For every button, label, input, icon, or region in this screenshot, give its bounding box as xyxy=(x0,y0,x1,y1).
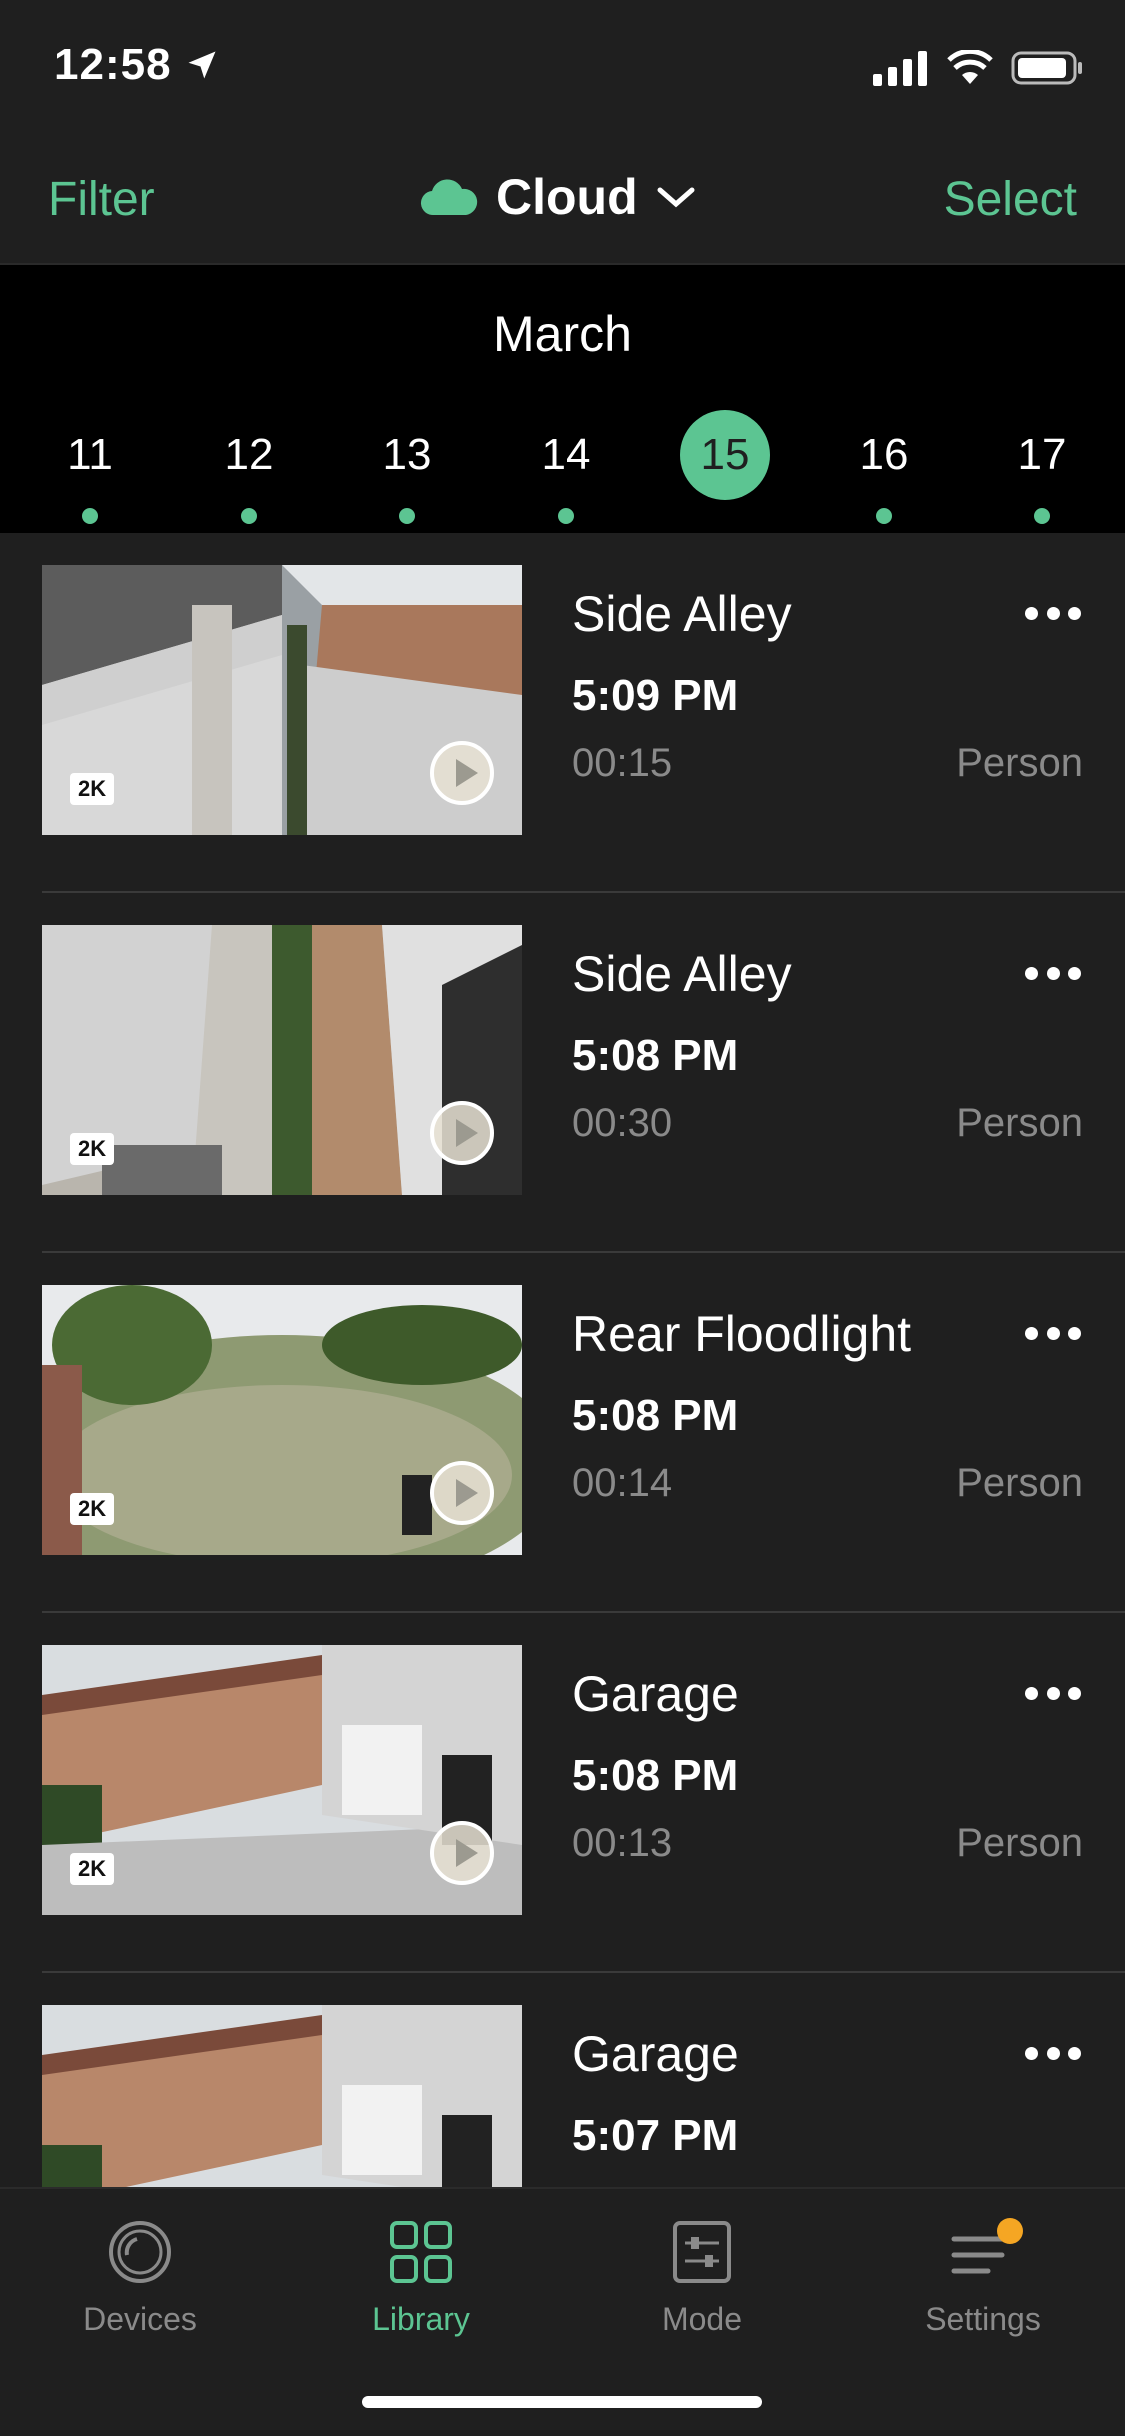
recording-duration: 00:14 xyxy=(572,1461,673,1505)
recording-dot xyxy=(399,508,415,524)
day-number: 11 xyxy=(67,430,113,479)
devices-icon xyxy=(105,2217,175,2287)
tab-devices[interactable]: Devices xyxy=(40,2217,240,2338)
day-15-selected[interactable]: 15 xyxy=(680,410,770,520)
library-icon xyxy=(386,2217,456,2287)
tab-label: Mode xyxy=(661,2301,743,2337)
detection-tag: Person xyxy=(956,741,1083,785)
day-number: 13 xyxy=(382,430,432,479)
recording-row[interactable]: 2K Rear Floodlight 5:08 PM 00:14 Person xyxy=(0,1253,1125,1613)
tab-label: Library xyxy=(372,2301,470,2337)
camera-name: Side Alley xyxy=(572,586,792,642)
recording-time: 5:08 PM xyxy=(572,1031,739,1080)
status-bar: 12:58 xyxy=(0,0,1125,140)
recording-dot xyxy=(558,508,574,524)
day-number: 16 xyxy=(859,430,909,479)
recording-dot xyxy=(241,508,257,524)
play-icon[interactable] xyxy=(430,1821,494,1885)
day-number: 15 xyxy=(680,410,770,500)
date-strip: March 11 12 13 14 15 16 17 xyxy=(0,265,1125,533)
recording-time: 5:08 PM xyxy=(572,1751,739,1800)
video-thumbnail[interactable]: 2K xyxy=(42,1645,522,1915)
tab-settings[interactable]: Settings xyxy=(883,2217,1083,2338)
more-options-icon[interactable] xyxy=(1025,2043,1081,2063)
video-thumbnail[interactable] xyxy=(42,2005,522,2187)
status-time-text: 12:58 xyxy=(54,40,172,89)
cellular-signal-icon xyxy=(873,51,927,86)
tab-mode[interactable]: Mode xyxy=(602,2217,802,2338)
status-indicators xyxy=(873,50,1085,86)
tab-label: Devices xyxy=(83,2301,197,2337)
recording-duration: 00:13 xyxy=(572,1821,673,1865)
detection-tag: Person xyxy=(956,1821,1083,1865)
home-indicator[interactable] xyxy=(362,2396,762,2408)
tab-library[interactable]: Library xyxy=(321,2217,521,2338)
settings-icon xyxy=(948,2217,1023,2287)
cloud-icon xyxy=(420,179,478,216)
month-label: March xyxy=(493,306,632,362)
recording-dot xyxy=(82,508,98,524)
filter-button[interactable]: Filter xyxy=(48,172,155,227)
status-time: 12:58 xyxy=(54,40,220,90)
recording-duration: 00:15 xyxy=(572,741,673,785)
quality-badge: 2K xyxy=(70,1493,115,1525)
detection-tag: Person xyxy=(956,1461,1083,1505)
location-arrow-icon xyxy=(188,51,216,79)
more-options-icon[interactable] xyxy=(1025,963,1081,983)
recording-row[interactable]: Garage 5:07 PM xyxy=(0,1973,1125,2187)
day-13[interactable]: 13 xyxy=(362,410,452,524)
camera-name: Side Alley xyxy=(572,946,792,1002)
day-11[interactable]: 11 xyxy=(45,410,135,524)
recording-dot xyxy=(876,508,892,524)
day-17[interactable]: 17 xyxy=(997,410,1087,524)
play-icon[interactable] xyxy=(430,1461,494,1525)
detection-tag: Person xyxy=(956,1101,1083,1145)
day-number: 12 xyxy=(224,430,274,479)
recording-row[interactable]: 2K Garage 5:08 PM 00:13 Person xyxy=(0,1613,1125,1973)
recording-time: 5:07 PM xyxy=(572,2111,739,2160)
day-number: 17 xyxy=(1017,430,1067,479)
more-options-icon[interactable] xyxy=(1025,603,1081,623)
more-options-icon[interactable] xyxy=(1025,1683,1081,1703)
mode-icon xyxy=(667,2217,737,2287)
quality-badge: 2K xyxy=(70,773,115,805)
recording-row[interactable]: 2K Side Alley 5:08 PM 00:30 Person xyxy=(0,893,1125,1253)
recordings-list[interactable]: 2K Side Alley 5:09 PM 00:15 Person 2K Si… xyxy=(0,533,1125,2187)
recording-dot xyxy=(1034,508,1050,524)
camera-name: Garage xyxy=(572,2026,739,2082)
video-thumbnail[interactable]: 2K xyxy=(42,1285,522,1555)
app-screen: 12:58 Filter Cloud Select March 11 12 13… xyxy=(0,0,1125,2436)
recording-time: 5:08 PM xyxy=(572,1391,739,1440)
day-12[interactable]: 12 xyxy=(204,410,294,524)
library-header: Filter Cloud Select xyxy=(0,140,1125,265)
play-icon[interactable] xyxy=(430,1101,494,1165)
quality-badge: 2K xyxy=(70,1853,115,1885)
recording-duration: 00:30 xyxy=(572,1101,673,1145)
more-options-icon[interactable] xyxy=(1025,1323,1081,1343)
storage-label: Cloud xyxy=(496,169,638,225)
select-button[interactable]: Select xyxy=(944,172,1077,227)
quality-badge: 2K xyxy=(70,1133,115,1165)
video-thumbnail[interactable]: 2K xyxy=(42,925,522,1195)
wifi-icon xyxy=(947,50,993,84)
recording-time: 5:09 PM xyxy=(572,671,739,720)
chevron-down-icon xyxy=(657,187,695,208)
tab-label: Settings xyxy=(925,2301,1041,2337)
camera-name: Garage xyxy=(572,1666,739,1722)
day-16[interactable]: 16 xyxy=(839,410,929,524)
day-14[interactable]: 14 xyxy=(521,410,611,524)
camera-name: Rear Floodlight xyxy=(572,1306,912,1362)
recording-row[interactable]: 2K Side Alley 5:09 PM 00:15 Person xyxy=(0,533,1125,893)
play-icon[interactable] xyxy=(430,741,494,805)
day-number: 14 xyxy=(541,430,591,479)
storage-selector[interactable]: Cloud xyxy=(420,168,696,226)
battery-icon xyxy=(1011,51,1082,85)
thumbnail-image xyxy=(42,2005,522,2187)
video-thumbnail[interactable]: 2K xyxy=(42,565,522,835)
